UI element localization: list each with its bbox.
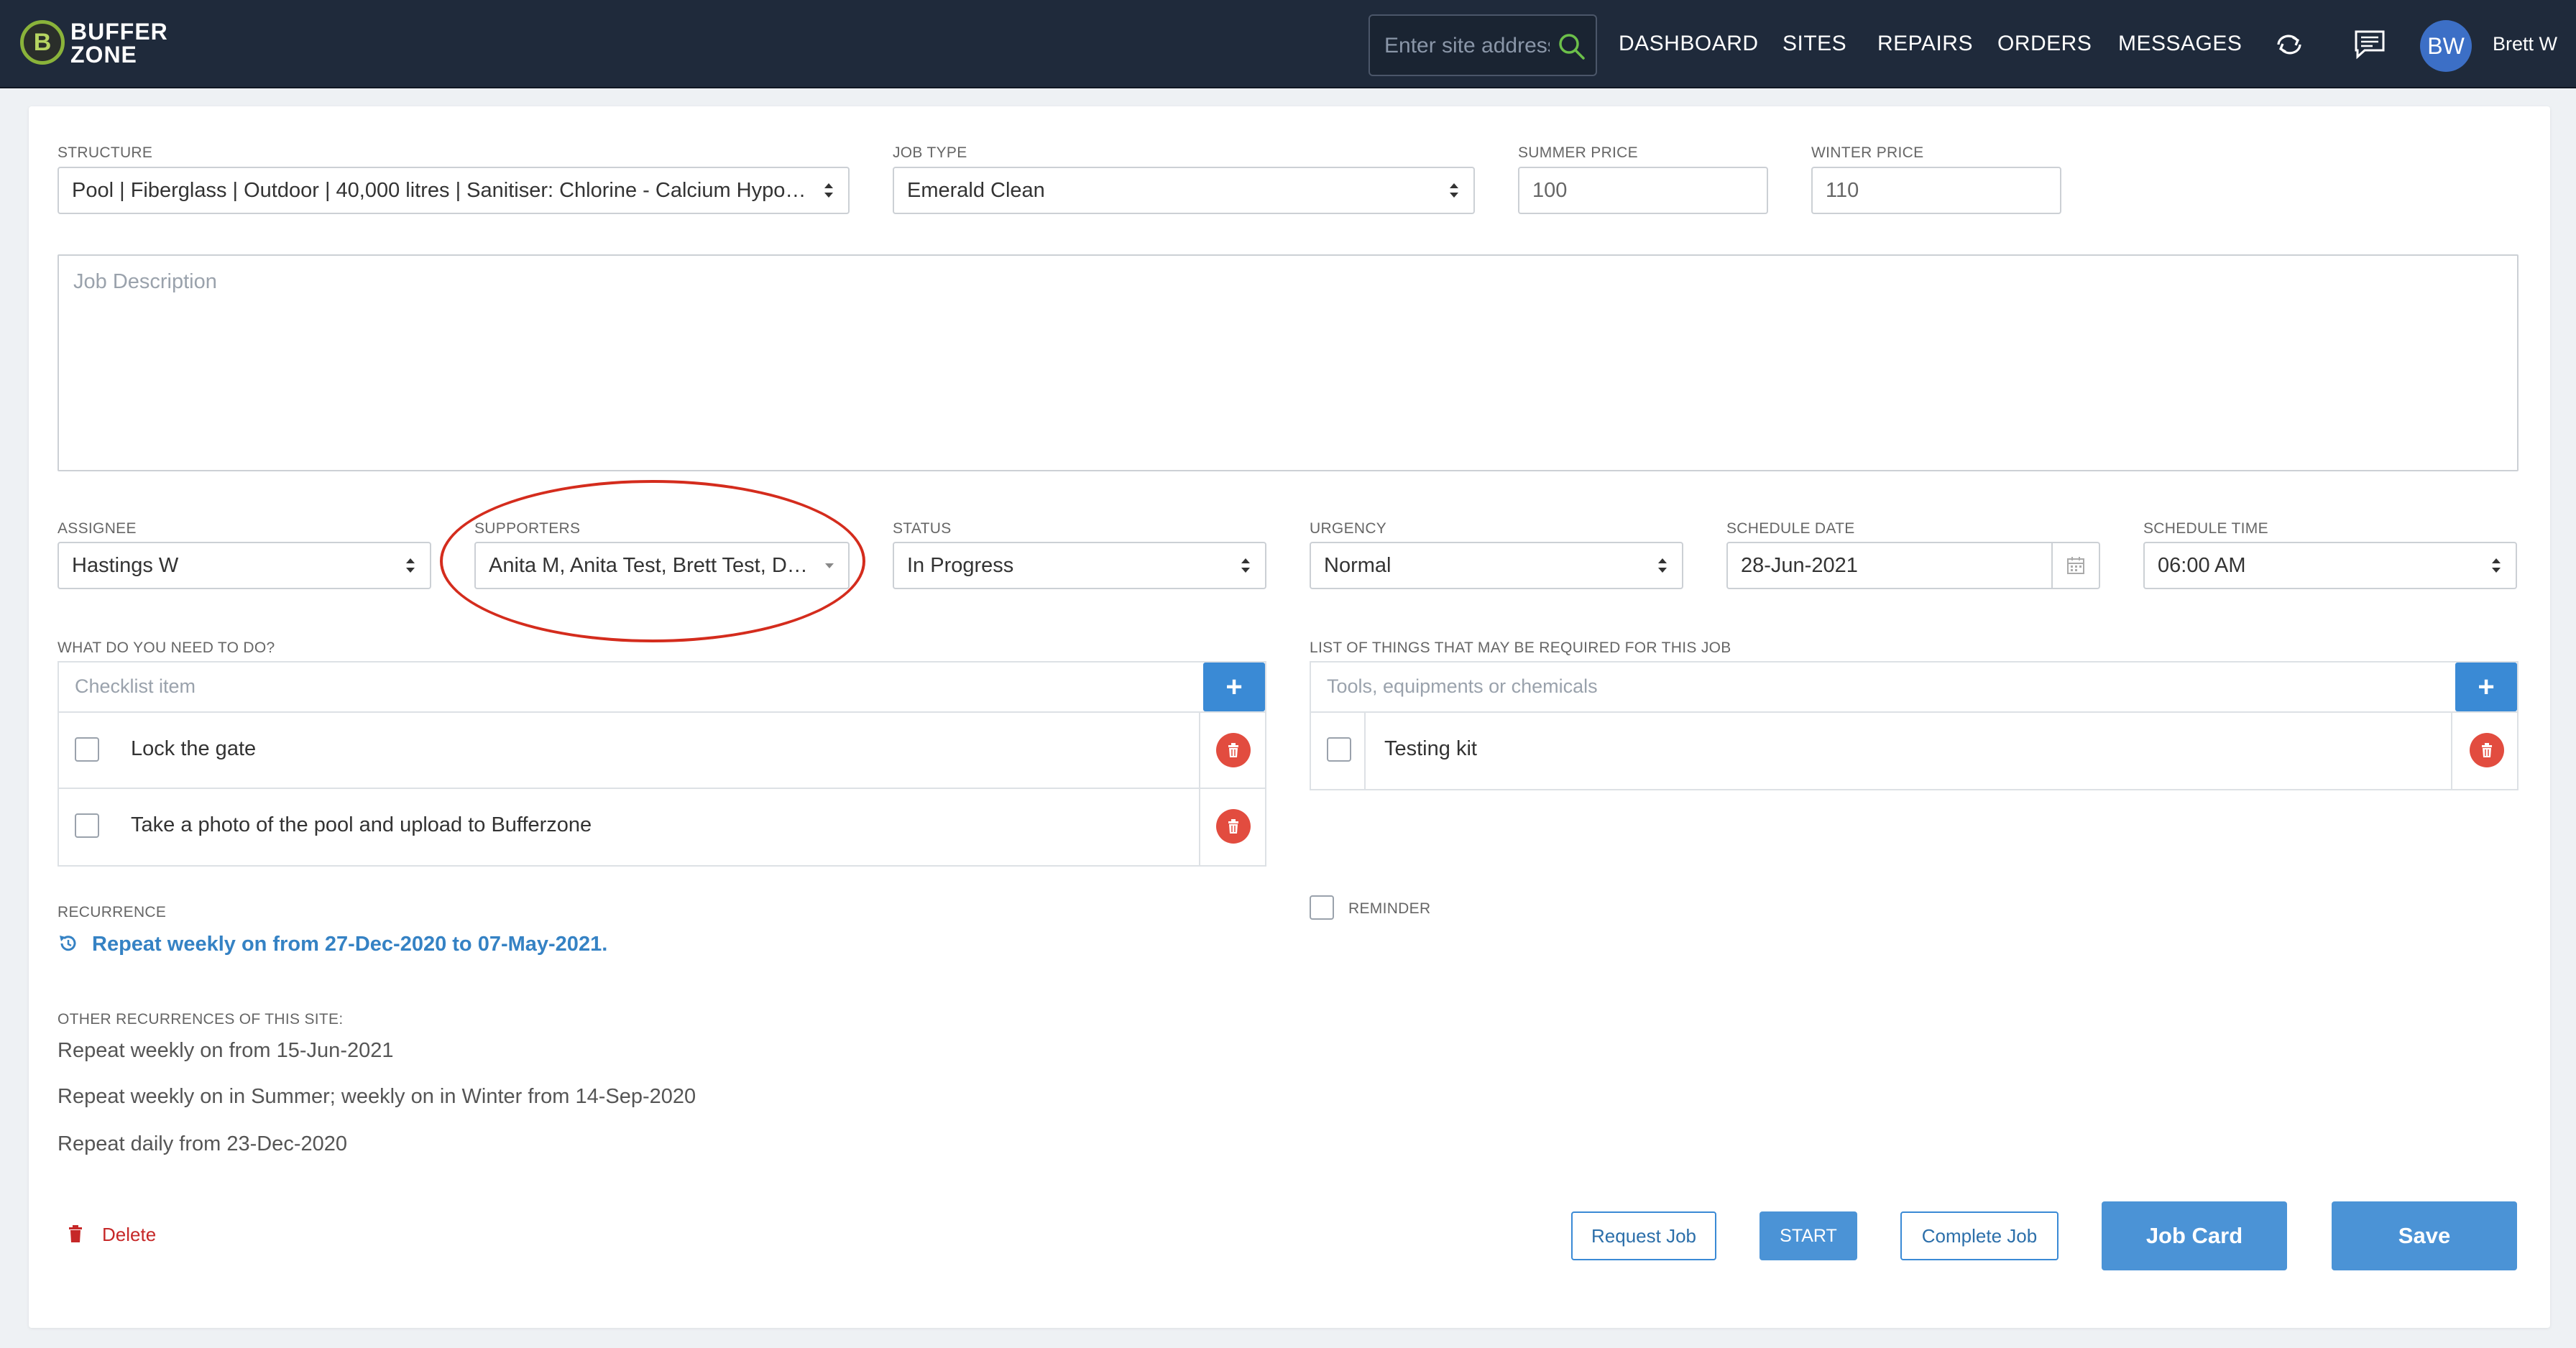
job-card-button[interactable]: Job Card — [2102, 1201, 2287, 1270]
row-divider — [1364, 713, 1366, 790]
job-description-textarea[interactable]: Job Description — [58, 254, 2518, 471]
urgency-value: Normal — [1324, 553, 1392, 577]
other-recurrence-item: Repeat daily from 23-Dec-2020 — [58, 1132, 347, 1155]
assignee-value: Hastings W — [72, 553, 179, 577]
trash-icon — [1228, 819, 1238, 834]
status-label: STATUS — [893, 520, 952, 537]
other-recurrence-item: Repeat weekly on from 15-Jun-2021 — [58, 1039, 394, 1062]
row-divider — [1199, 789, 1200, 865]
top-navigation-bar: B BUFFER ZONE DASHBOARD SITES REPAIRS OR… — [0, 0, 2576, 88]
logo-line-2: ZONE — [70, 42, 137, 68]
trash-icon — [2482, 743, 2492, 757]
delete-job-link[interactable]: Delete — [102, 1224, 156, 1246]
schedule-date-input[interactable]: 28-Jun-2021 — [1726, 542, 2100, 589]
job-description-placeholder: Job Description — [73, 270, 217, 293]
summer-price-input[interactable]: 100 — [1518, 167, 1768, 214]
buffer-zone-logo[interactable]: B — [20, 20, 65, 65]
reminder-label[interactable]: REMINDER — [1348, 900, 1430, 918]
structure-value: Pool | Fiberglass | Outdoor | 40,000 lit… — [72, 178, 815, 202]
trash-icon[interactable] — [68, 1224, 83, 1243]
select-arrows-icon — [1450, 183, 1458, 198]
site-search-input[interactable] — [1384, 32, 1550, 60]
requirements-item-input[interactable]: Tools, equipments or chemicals — [1327, 675, 1598, 698]
history-icon — [60, 936, 76, 951]
status-select[interactable]: In Progress — [893, 542, 1266, 589]
schedule-date-value: 28-Jun-2021 — [1741, 553, 1858, 577]
checklist-item-checkbox[interactable] — [75, 813, 99, 838]
nav-messages[interactable]: MESSAGES — [2118, 32, 2242, 56]
reminder-checkbox[interactable] — [1310, 895, 1334, 920]
other-recurrence-item: Repeat weekly on in Summer; weekly on in… — [58, 1085, 696, 1108]
logo-line-1: BUFFER — [70, 19, 168, 45]
requirements-box: Tools, equipments or chemicals + Testing… — [1310, 661, 2518, 790]
search-icon[interactable] — [1555, 30, 1587, 62]
delete-checklist-item-button[interactable] — [1216, 733, 1251, 767]
calendar-button[interactable] — [2051, 543, 2099, 588]
logo-letter: B — [33, 28, 52, 56]
trash-icon — [1228, 743, 1238, 757]
checklist-item-text: Take a photo of the pool and upload to B… — [131, 813, 592, 836]
assignee-label: ASSIGNEE — [58, 520, 137, 537]
requirements-label: LIST OF THINGS THAT MAY BE REQUIRED FOR … — [1310, 640, 1731, 656]
winter-price-label: WINTER PRICE — [1811, 144, 1924, 161]
structure-select[interactable]: Pool | Fiberglass | Outdoor | 40,000 lit… — [58, 167, 850, 214]
job-type-select[interactable]: Emerald Clean — [893, 167, 1475, 214]
select-arrows-icon — [1241, 558, 1250, 573]
structure-label: STRUCTURE — [58, 144, 153, 161]
checklist-item-input[interactable]: Checklist item — [75, 675, 196, 698]
summer-price-value: 100 — [1532, 178, 1568, 202]
checklist-box: Checklist item + Lock the gate Take a ph… — [58, 661, 1266, 867]
sync-icon[interactable] — [2271, 29, 2307, 60]
winter-price-input[interactable]: 110 — [1811, 167, 2061, 214]
delete-requirement-button[interactable] — [2470, 733, 2504, 767]
schedule-date-label: SCHEDULE DATE — [1726, 520, 1855, 537]
nav-repairs[interactable]: REPAIRS — [1877, 32, 1973, 56]
schedule-time-select[interactable]: 06:00 AM — [2143, 542, 2517, 589]
summer-price-label: SUMMER PRICE — [1518, 144, 1638, 161]
checklist-row: Take a photo of the pool and upload to B… — [59, 788, 1265, 865]
urgency-label: URGENCY — [1310, 520, 1387, 537]
requirements-row: Testing kit — [1311, 711, 2517, 790]
other-recurrences-label: OTHER RECURRENCES OF THIS SITE: — [58, 1011, 344, 1028]
nav-dashboard[interactable]: DASHBOARD — [1619, 32, 1759, 56]
assignee-select[interactable]: Hastings W — [58, 542, 431, 589]
urgency-select[interactable]: Normal — [1310, 542, 1683, 589]
calendar-icon — [2067, 557, 2084, 574]
checklist-item-text: Lock the gate — [131, 737, 257, 760]
chat-icon[interactable] — [2352, 29, 2388, 60]
select-arrows-icon — [824, 183, 833, 198]
status-value: In Progress — [907, 553, 1014, 577]
checklist-row: Lock the gate — [59, 711, 1265, 789]
recurrence-link[interactable]: Repeat weekly on from 27-Dec-2020 to 07-… — [92, 933, 607, 956]
start-button[interactable]: START — [1760, 1211, 1857, 1260]
nav-orders[interactable]: ORDERS — [1997, 32, 2092, 56]
winter-price-value: 110 — [1826, 178, 1859, 202]
job-type-value: Emerald Clean — [907, 178, 1045, 202]
save-button[interactable]: Save — [2332, 1201, 2517, 1270]
checklist-item-checkbox[interactable] — [75, 737, 99, 762]
add-requirement-button[interactable]: + — [2455, 663, 2517, 711]
logo-text: BUFFER ZONE — [70, 20, 168, 66]
schedule-time-value: 06:00 AM — [2158, 553, 2246, 577]
request-job-button[interactable]: Request Job — [1571, 1211, 1716, 1260]
delete-checklist-item-button[interactable] — [1216, 809, 1251, 844]
checklist-label: WHAT DO YOU NEED TO DO? — [58, 640, 275, 656]
site-search-box — [1368, 14, 1597, 76]
job-type-label: JOB TYPE — [893, 144, 967, 161]
user-name[interactable]: Brett W — [2493, 33, 2557, 55]
select-arrows-icon — [406, 558, 415, 573]
row-divider — [1199, 713, 1200, 789]
user-avatar[interactable]: BW — [2420, 20, 2472, 72]
add-checklist-item-button[interactable]: + — [1203, 663, 1265, 711]
requirement-item-text: Testing kit — [1384, 737, 1477, 760]
supporters-highlight-annotation — [440, 480, 865, 642]
select-arrows-icon — [2492, 558, 2501, 573]
recurrence-label: RECURRENCE — [58, 904, 167, 920]
row-divider — [2451, 713, 2452, 790]
complete-job-button[interactable]: Complete Job — [1900, 1211, 2058, 1260]
select-arrows-icon — [1658, 558, 1667, 573]
requirement-item-checkbox[interactable] — [1327, 737, 1351, 762]
nav-sites[interactable]: SITES — [1782, 32, 1846, 56]
schedule-time-label: SCHEDULE TIME — [2143, 520, 2268, 537]
